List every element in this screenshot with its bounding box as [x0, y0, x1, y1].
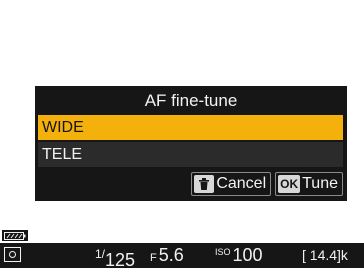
- aperture: F 5.6: [150, 243, 184, 268]
- matrix-metering-icon: [4, 247, 21, 262]
- menu-item-tele[interactable]: TELE: [38, 142, 343, 167]
- tune-label: Tune: [302, 175, 338, 192]
- shutter-numerator: 1/: [95, 247, 106, 261]
- iso-value: 100: [232, 245, 263, 265]
- aperture-value: 5.6: [158, 245, 184, 265]
- cancel-button[interactable]: Cancel: [191, 172, 272, 196]
- iso-label: ISO: [215, 247, 231, 257]
- camera-screen: AF fine-tune WIDE TELE Cancel OK Tune 1/…: [0, 0, 364, 270]
- menu-item-wide[interactable]: WIDE: [38, 115, 343, 140]
- shutter-denominator: 125: [105, 250, 136, 270]
- ok-icon: OK: [278, 175, 301, 193]
- dialog-title: AF fine-tune: [144, 91, 238, 110]
- aperture-prefix: F: [150, 252, 157, 264]
- tune-button[interactable]: OK Tune: [275, 172, 343, 196]
- shots-remaining: [ 14.4]k: [302, 247, 348, 263]
- shutter-speed: 1/125: [95, 243, 136, 270]
- af-fine-tune-dialog: AF fine-tune WIDE TELE Cancel OK Tune: [35, 86, 347, 201]
- iso-sensitivity: ISO 100: [215, 243, 263, 268]
- dialog-buttons: Cancel OK Tune: [191, 172, 343, 196]
- cancel-label: Cancel: [216, 175, 267, 192]
- trash-icon: [194, 175, 215, 193]
- info-bar: 1/125 F 5.6 ISO 100 [ 14.4]k: [0, 243, 364, 270]
- battery-icon: [2, 230, 28, 241]
